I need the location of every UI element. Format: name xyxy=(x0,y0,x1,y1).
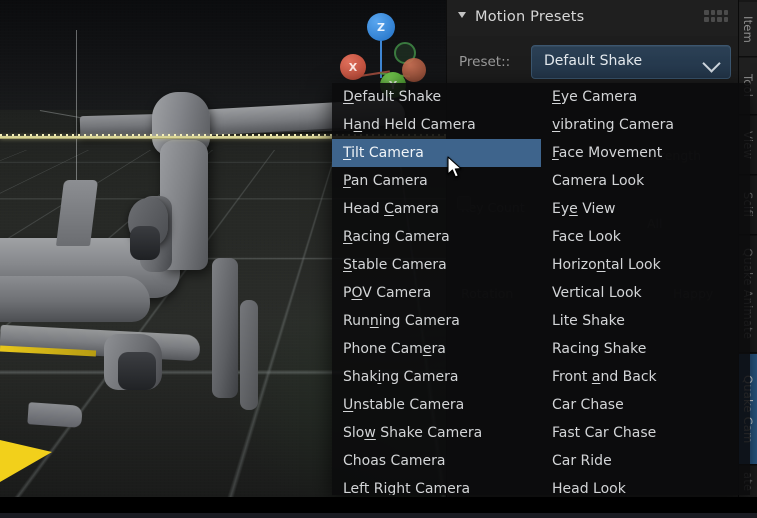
triangle-down-icon[interactable] xyxy=(458,12,466,18)
menu-item[interactable]: Unstable Camera xyxy=(332,391,541,419)
menu-item[interactable]: POV Camera xyxy=(332,279,541,307)
menu-item[interactable]: Front and Back xyxy=(541,363,750,391)
axis-y-negative-ball[interactable] xyxy=(402,58,426,82)
menu-item[interactable]: Horizontal Look xyxy=(541,251,750,279)
menu-item[interactable]: Running Camera xyxy=(332,307,541,335)
panel-header[interactable]: Motion Presets xyxy=(447,0,740,36)
fuselage-lower xyxy=(0,276,150,322)
menu-item[interactable]: Pan Camera xyxy=(332,167,541,195)
status-bar xyxy=(0,513,757,518)
menu-item[interactable]: Vertical Look xyxy=(541,279,750,307)
menu-item[interactable]: Face Movement xyxy=(541,139,750,167)
panel-title: Motion Presets xyxy=(475,9,585,25)
menu-item[interactable]: Phone Camera xyxy=(332,335,541,363)
axis-x-ball[interactable]: X xyxy=(340,54,366,80)
engine-left-intake xyxy=(118,352,156,390)
menu-item[interactable]: Car Chase xyxy=(541,391,750,419)
arrow-cursor-icon xyxy=(447,156,462,178)
menu-item[interactable]: Left Right Camera xyxy=(332,475,541,495)
pylon-primary xyxy=(212,258,238,398)
camera-marker-icon[interactable] xyxy=(0,440,52,482)
grip-dots-icon[interactable] xyxy=(704,10,728,22)
axis-z-ball[interactable]: Z xyxy=(367,13,395,41)
menu-item[interactable]: Default Shake xyxy=(332,83,541,111)
navigation-gizmo[interactable]: Z X Y xyxy=(334,8,444,98)
small-fin xyxy=(27,402,83,428)
menu-item[interactable]: Head Camera xyxy=(332,195,541,223)
preset-dropdown[interactable]: Default Shake xyxy=(531,45,731,79)
blender-window: Z X Y Motion Presets Preset:: Default Sh… xyxy=(0,0,757,518)
tab-item[interactable]: Item xyxy=(739,2,757,57)
menu-item[interactable]: Lite Shake xyxy=(541,307,750,335)
bottom-black-bar xyxy=(0,497,757,513)
pylon-secondary xyxy=(240,300,258,410)
menu-item[interactable]: Head Look xyxy=(541,475,750,495)
menu-item[interactable]: Eye Camera xyxy=(541,83,750,111)
menu-item[interactable]: Racing Shake xyxy=(541,335,750,363)
prop-intake xyxy=(130,226,160,260)
menu-item[interactable]: Racing Camera xyxy=(332,223,541,251)
menu-item[interactable]: Car Ride xyxy=(541,447,750,475)
menu-item[interactable]: vibrating Camera xyxy=(541,111,750,139)
menu-item[interactable]: Slow Shake Camera xyxy=(332,419,541,447)
menu-item[interactable]: Stable Camera xyxy=(332,251,541,279)
menu-item[interactable]: Choas Camera xyxy=(332,447,541,475)
menu-item[interactable]: Face Look xyxy=(541,223,750,251)
menu-item[interactable]: Shaking Camera xyxy=(332,363,541,391)
preset-row: Preset:: Default Shake xyxy=(447,42,740,80)
menu-item[interactable]: Hand Held Camera xyxy=(332,111,541,139)
preset-dropdown-menu[interactable]: Default Shake Hand Held Camera Tilt Camera… xyxy=(332,83,750,495)
menu-item[interactable]: Fast Car Chase xyxy=(541,419,750,447)
preset-label: Preset:: xyxy=(459,54,511,70)
preset-selected-value: Default Shake xyxy=(544,53,643,69)
menu-item[interactable]: Camera Look xyxy=(541,167,750,195)
menu-column-right: Eye Camera vibrating Camera Face Movement C… xyxy=(541,83,750,495)
menu-column-left: Default Shake Hand Held Camera Tilt Camera… xyxy=(332,83,541,495)
menu-item[interactable]: Tilt Camera xyxy=(332,139,541,167)
chevron-down-icon xyxy=(702,54,721,73)
menu-item[interactable]: Eye View xyxy=(541,195,750,223)
